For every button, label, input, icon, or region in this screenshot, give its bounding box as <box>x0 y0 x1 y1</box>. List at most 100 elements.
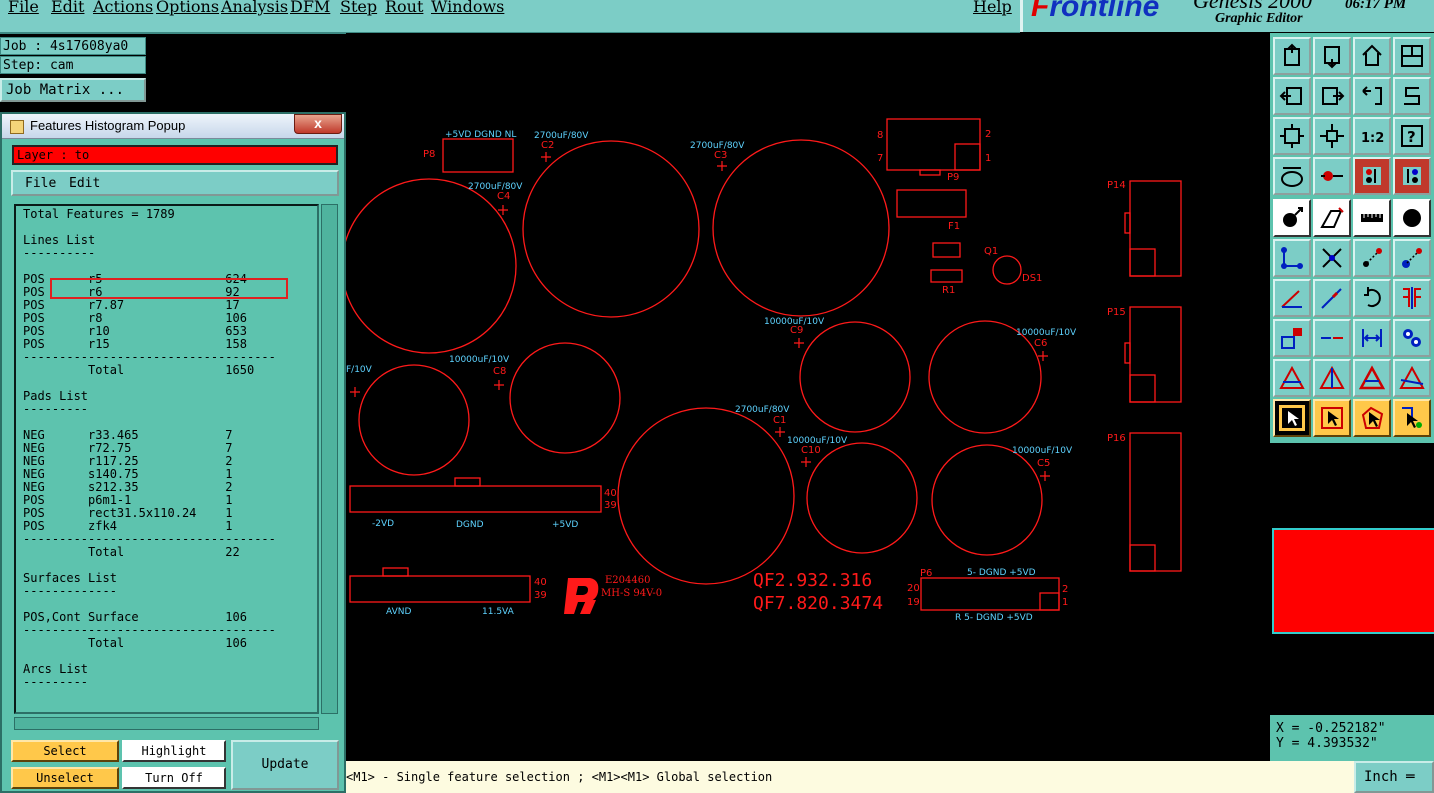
select-button[interactable]: Select <box>11 740 119 762</box>
ul-rating: MH-S 94V-0 <box>601 588 662 599</box>
overview-viewport-indicator[interactable] <box>1272 528 1434 634</box>
select-net-icon[interactable] <box>1393 399 1431 437</box>
window-icon[interactable] <box>1393 37 1431 75</box>
svg-text:1:2: 1:2 <box>1361 131 1384 146</box>
menu-file[interactable]: File <box>8 0 39 16</box>
unselect-button[interactable]: Unselect <box>11 767 119 789</box>
job-matrix-button[interactable]: Job Matrix ... <box>0 78 146 102</box>
split-line-icon[interactable] <box>1313 319 1351 357</box>
house-icon[interactable] <box>1353 37 1391 75</box>
redraw-icon[interactable] <box>1393 77 1431 115</box>
zoom-down-icon[interactable] <box>1313 37 1351 75</box>
pad-circle-icon[interactable] <box>1393 199 1431 237</box>
palette-icon[interactable] <box>1273 157 1311 195</box>
move-to-layer-icon[interactable] <box>1273 319 1311 357</box>
label-c4-value: 2700uF/80V <box>468 182 523 192</box>
menu-actions[interactable]: Actions <box>93 0 153 16</box>
net-label-e: 11.5VA <box>482 607 515 617</box>
menu-analysis[interactable]: Analysis <box>221 0 288 16</box>
rotate-icon[interactable] <box>1353 279 1391 317</box>
label-p9: P9 <box>947 172 959 183</box>
capacitor-c5-outline <box>931 444 1043 556</box>
mirror-icon[interactable] <box>1393 279 1431 317</box>
net-label-d: AVND <box>386 607 411 617</box>
group-pads-icon[interactable] <box>1393 319 1431 357</box>
menu-dfm[interactable]: DFM <box>290 0 330 16</box>
unit-selector[interactable]: Inch ═ <box>1354 761 1434 793</box>
help-query-icon[interactable]: ? <box>1393 117 1431 155</box>
net-highlight-icon[interactable] <box>1353 157 1391 195</box>
update-button[interactable]: Update <box>231 740 339 790</box>
delete-cross-icon[interactable] <box>1313 239 1351 277</box>
clock: 06:17 PM <box>1345 0 1407 12</box>
connector-p6-outline <box>920 577 1060 611</box>
part-number-1: QF2.932.316 <box>753 570 872 591</box>
select-polygon-icon[interactable] <box>1353 399 1391 437</box>
triangle-tool-2-icon[interactable] <box>1313 359 1351 397</box>
home-icon[interactable] <box>1273 37 1311 75</box>
led-ds1-outline <box>992 255 1022 285</box>
pin-19: 19 <box>907 597 920 608</box>
capacitor-c3-outline <box>712 139 890 317</box>
label-c7-value: F/10V <box>346 365 373 375</box>
p9-pin-7: 7 <box>877 153 883 164</box>
turn-off-button[interactable]: Turn Off <box>122 767 226 789</box>
add-pad-icon[interactable] <box>1273 199 1311 237</box>
menu-help[interactable]: Help <box>973 0 1012 16</box>
add-line-icon[interactable] <box>1273 279 1311 317</box>
popup-titlebar[interactable]: Features Histogram Popup x <box>2 114 344 139</box>
pan-left-icon[interactable] <box>1273 77 1311 115</box>
menu-options[interactable]: Options <box>156 0 219 16</box>
cursor-coordinates: X = -0.252182" Y = 4.393532" <box>1270 715 1434 761</box>
vertical-scrollbar[interactable] <box>321 204 338 714</box>
highlighted-row-box <box>50 278 288 299</box>
select-arrow-icon[interactable] <box>1273 399 1311 437</box>
popup-menu-edit[interactable]: Edit <box>69 176 100 191</box>
pan-right-icon[interactable] <box>1313 77 1351 115</box>
horizontal-scrollbar[interactable] <box>14 717 319 730</box>
triangle-tool-3-icon[interactable] <box>1353 359 1391 397</box>
undo-icon[interactable] <box>1353 77 1391 115</box>
label-p6: P6 <box>920 568 932 579</box>
connect-nodes-icon[interactable] <box>1273 239 1311 277</box>
ruler-icon[interactable] <box>1353 199 1391 237</box>
pin-39-b: 39 <box>534 590 547 601</box>
pin-40-a: 40 <box>604 488 617 499</box>
draw-line-icon[interactable] <box>1313 279 1351 317</box>
select-area-icon[interactable] <box>1313 399 1351 437</box>
pin-2: 2 <box>1062 584 1068 595</box>
menu-edit[interactable]: Edit <box>51 0 84 16</box>
pin-20: 20 <box>907 583 920 594</box>
popup-title: Features Histogram Popup <box>30 118 186 133</box>
move-pad-icon[interactable] <box>1353 239 1391 277</box>
popup-menu-file[interactable]: File <box>25 176 56 191</box>
label-c10: C10 <box>801 445 821 456</box>
probe-icon[interactable] <box>1313 157 1351 195</box>
menu-step[interactable]: Step <box>340 0 377 16</box>
pin-1: 1 <box>1062 597 1068 608</box>
menu-rout[interactable]: Rout <box>385 0 423 16</box>
graphic-canvas[interactable]: P8 C2 C3 C4 C8 C9 C6 C1 C10 C5 P9 F1 Q1 … <box>346 33 1270 761</box>
add-surface-icon[interactable] <box>1313 199 1351 237</box>
label-ds1: DS1 <box>1022 273 1042 284</box>
net-connect-icon[interactable] <box>1393 157 1431 195</box>
capacitor-c1-outline <box>617 407 795 585</box>
label-c6-value: 10000uF/10V <box>1016 328 1077 338</box>
p9-pin-1: 1 <box>985 153 991 164</box>
menu-windows[interactable]: Windows <box>431 0 504 16</box>
label-c2-value: 2700uF/80V <box>534 131 589 141</box>
copy-pad-icon[interactable] <box>1393 239 1431 277</box>
triangle-tool-1-icon[interactable] <box>1273 359 1311 397</box>
highlight-button[interactable]: Highlight <box>122 740 226 762</box>
connector-p8-outline <box>442 138 514 173</box>
p6-top-nets: 5- DGND +5VD <box>967 568 1036 578</box>
stretch-icon[interactable] <box>1353 319 1391 357</box>
close-icon[interactable]: x <box>294 114 342 134</box>
label-c1: C1 <box>773 415 786 426</box>
label-p8: P8 <box>423 149 435 160</box>
scale-1-2-icon[interactable]: 1:2 <box>1353 117 1391 155</box>
overview-map[interactable] <box>1270 443 1434 715</box>
zoom-center-icon[interactable] <box>1313 117 1351 155</box>
triangle-tool-4-icon[interactable] <box>1393 359 1431 397</box>
zoom-fit-icon[interactable] <box>1273 117 1311 155</box>
